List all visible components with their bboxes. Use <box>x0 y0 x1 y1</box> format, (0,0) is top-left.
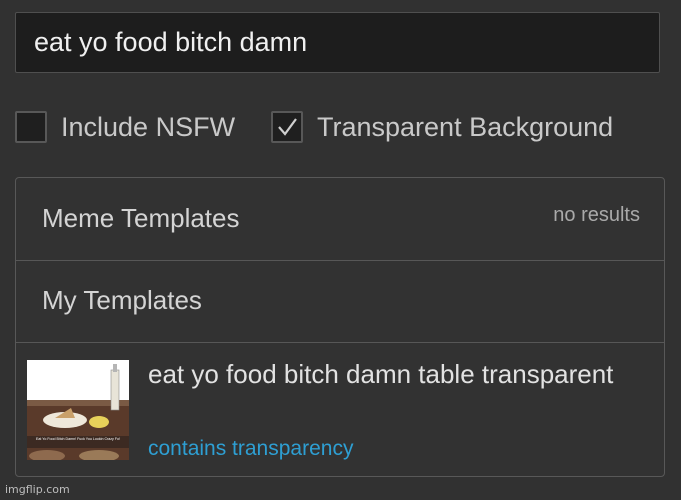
my-templates-section[interactable]: My Templates <box>16 261 664 343</box>
result-subtitle: contains transparency <box>148 437 354 460</box>
thumbnail-caption: Eat Yo Food Bitch Damn! Fuck You Lookin … <box>36 437 120 441</box>
result-title[interactable]: eat yo food bitch damn table transparent <box>148 354 660 394</box>
include-nsfw-label: Include NSFW <box>61 111 236 142</box>
transparent-background-label: Transparent Background <box>317 111 614 142</box>
include-nsfw-checkbox[interactable] <box>15 111 47 143</box>
transparent-background-option[interactable]: Transparent Background <box>271 107 613 147</box>
search-input[interactable]: eat yo food bitch damn <box>15 12 660 73</box>
include-nsfw-option[interactable]: Include NSFW <box>15 107 235 147</box>
results-panel: Meme Templates no results My Templates E… <box>15 177 665 477</box>
imgflip-watermark: imgflip.com <box>5 483 70 496</box>
transparent-background-checkbox[interactable] <box>271 111 303 143</box>
checkmark-icon <box>278 118 297 136</box>
meme-templates-section[interactable]: Meme Templates no results <box>16 178 664 261</box>
result-thumbnail[interactable]: Eat Yo Food Bitch Damn! Fuck You Lookin … <box>27 360 129 460</box>
search-input-value: eat yo food bitch damn <box>34 27 308 57</box>
my-templates-title: My Templates <box>42 285 202 315</box>
meme-templates-status: no results <box>553 204 640 226</box>
meme-templates-title: Meme Templates <box>42 203 240 233</box>
result-thumbnail-image: Eat Yo Food Bitch Damn! Fuck You Lookin … <box>27 360 129 460</box>
